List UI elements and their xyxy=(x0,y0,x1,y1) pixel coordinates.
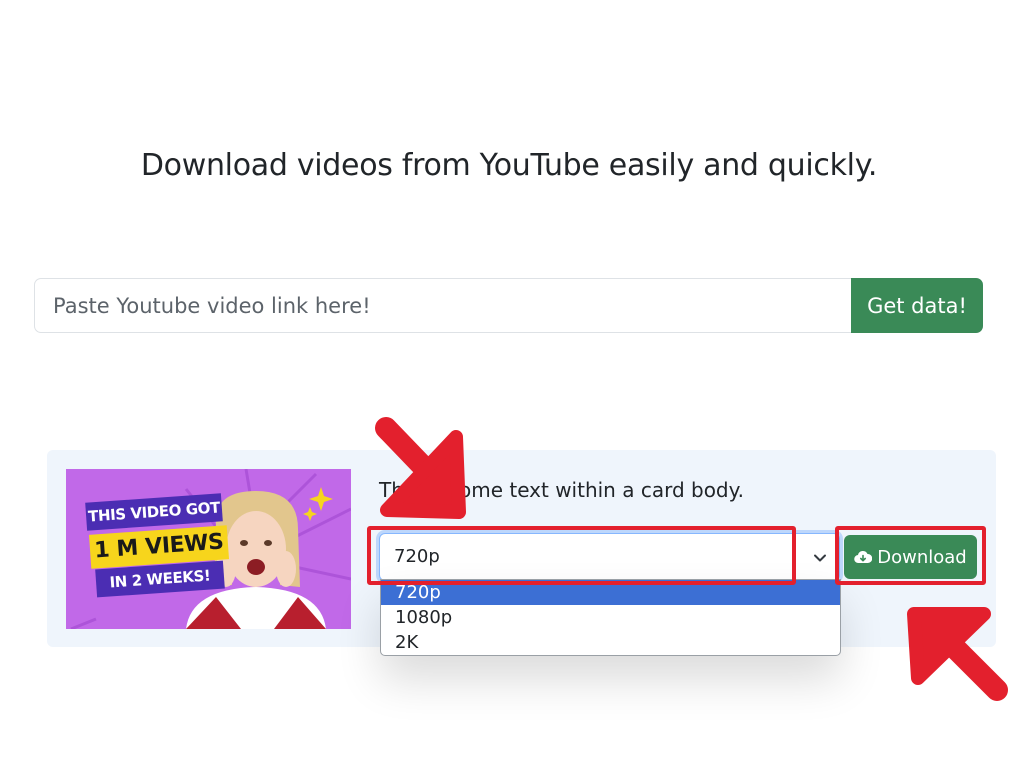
url-input-group: Get data! xyxy=(34,278,983,333)
chevron-down-icon xyxy=(814,554,826,562)
quality-option-1080p[interactable]: 1080p xyxy=(381,605,840,630)
card-text: This is some text within a card body. xyxy=(379,478,744,502)
quality-option-2k[interactable]: 2K xyxy=(381,630,840,655)
get-data-button[interactable]: Get data! xyxy=(851,278,983,333)
video-thumbnail: THIS VIDEO GOT 1 M VIEWS IN 2 WEEKS! xyxy=(66,469,351,629)
download-highlight-box xyxy=(835,526,986,585)
select-highlight-box xyxy=(367,526,796,585)
page-heading: Download videos from YouTube easily and … xyxy=(140,148,878,183)
quality-dropdown-list: 720p 1080p 2K xyxy=(380,579,841,656)
video-url-input[interactable] xyxy=(34,278,851,333)
